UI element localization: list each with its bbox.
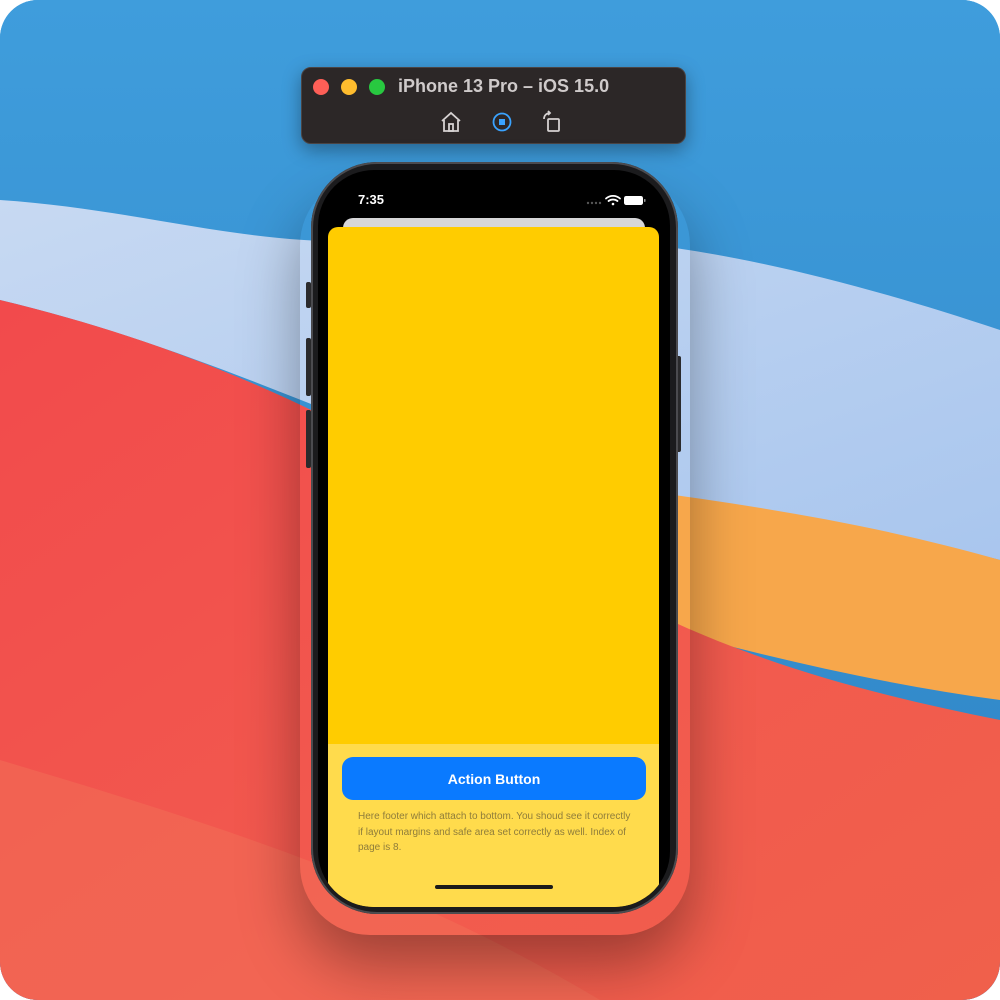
- simulator-window-titlebar: iPhone 13 Pro – iOS 15.0: [301, 67, 686, 144]
- desktop-wallpaper: iPhone 13 Pro – iOS 15.0 7:35 Action But…: [0, 0, 1000, 1000]
- close-window-button[interactable]: [313, 79, 329, 95]
- home-icon[interactable]: [439, 110, 463, 134]
- modal-sheet: Action Button Here footer which attach t…: [328, 227, 659, 907]
- zoom-window-button[interactable]: [369, 79, 385, 95]
- battery-icon: [624, 196, 646, 205]
- phone-screen: 7:35 Action Button Here footer which att…: [318, 170, 670, 907]
- status-bar-icons: [586, 194, 646, 206]
- rotate-icon[interactable]: [540, 110, 564, 134]
- cellular-icon: [586, 201, 602, 205]
- action-button[interactable]: Action Button: [342, 757, 646, 800]
- status-bar-time: 7:35: [358, 192, 385, 207]
- footer-area: Action Button Here footer which attach t…: [328, 744, 659, 907]
- home-indicator[interactable]: [435, 885, 553, 889]
- footer-description: Here footer which attach to bottom. You …: [358, 811, 631, 853]
- simulator-title: iPhone 13 Pro – iOS 15.0: [398, 76, 610, 96]
- wifi-icon: [605, 194, 621, 206]
- screenshot-icon[interactable]: [490, 110, 514, 134]
- minimize-window-button[interactable]: [341, 79, 357, 95]
